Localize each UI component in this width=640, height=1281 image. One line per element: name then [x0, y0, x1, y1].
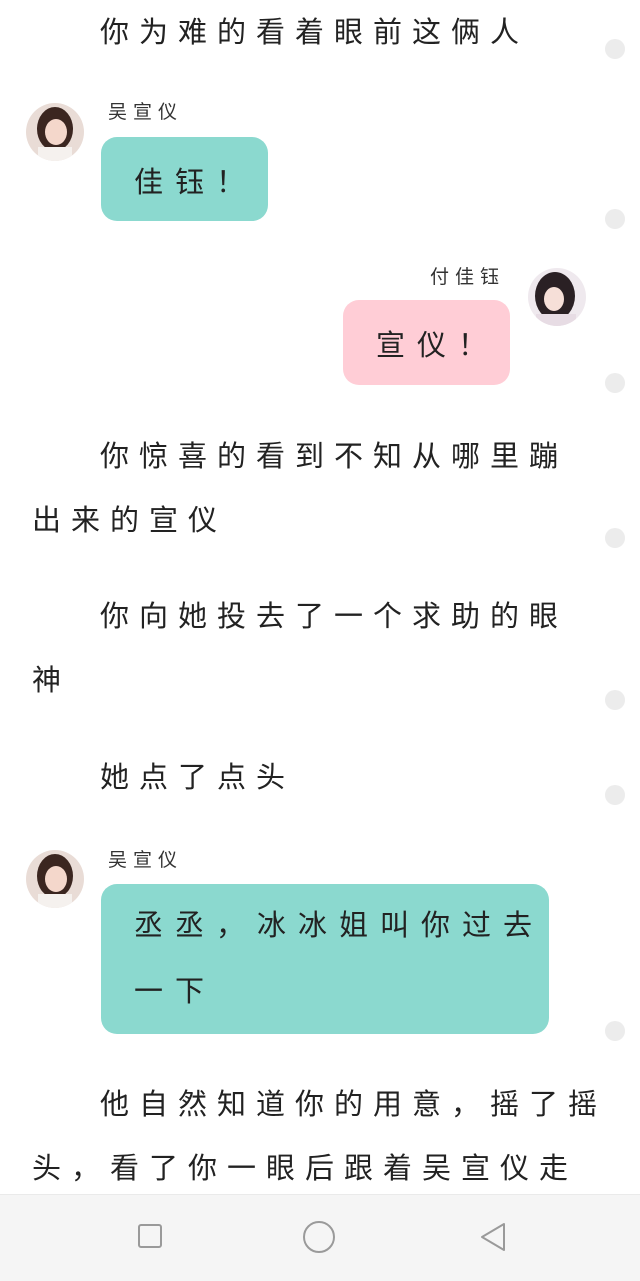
sender-name: 吴宣仪 [108, 849, 184, 871]
scroll-dot [605, 1021, 625, 1041]
avatar-wu-xuanyi[interactable] [26, 850, 84, 908]
scroll-dot [605, 785, 625, 805]
scroll-dot [605, 528, 625, 548]
circle-home-icon[interactable] [303, 1221, 335, 1253]
triangle-back-icon[interactable] [478, 1221, 508, 1253]
narration-text: 你向她投去了一个求助的眼 [100, 599, 569, 633]
avatar-wu-xuanyi[interactable] [26, 103, 84, 161]
scroll-dot [605, 209, 625, 229]
sender-name: 付佳钰 [430, 266, 506, 288]
message-text: 佳钰！ [134, 165, 258, 199]
narration-text: 你惊喜的看到不知从哪里蹦 [100, 439, 569, 473]
chat-bubble[interactable]: 宣仪！ [343, 300, 510, 385]
narration-text: 你为难的看着眼前这俩人 [100, 15, 530, 49]
message-text: 一下 [134, 974, 217, 1008]
chat-bubble[interactable]: 佳钰！ [101, 137, 268, 221]
system-navigation-bar [0, 1194, 640, 1281]
chat-bubble[interactable]: 丞丞，冰冰姐叫你过去 一下 [101, 884, 549, 1034]
avatar-fu-jiayu[interactable] [528, 268, 586, 326]
narration-text: 神 [32, 663, 72, 697]
scroll-dot [605, 39, 625, 59]
scroll-dot [605, 690, 625, 710]
message-text: 宣仪！ [376, 328, 500, 362]
sender-name: 吴宣仪 [108, 101, 184, 123]
narration-text: 头，看了你一眼后跟着吴宣仪走 [32, 1151, 579, 1185]
narration-text: 出来的宣仪 [32, 503, 228, 537]
message-text: 丞丞，冰冰姐叫你过去 [134, 908, 545, 942]
narration-text: 他自然知道你的用意，摇了摇 [100, 1087, 608, 1121]
square-recent-apps-icon[interactable] [138, 1224, 162, 1248]
narration-text: 她点了点头 [100, 760, 296, 794]
scroll-dot [605, 373, 625, 393]
